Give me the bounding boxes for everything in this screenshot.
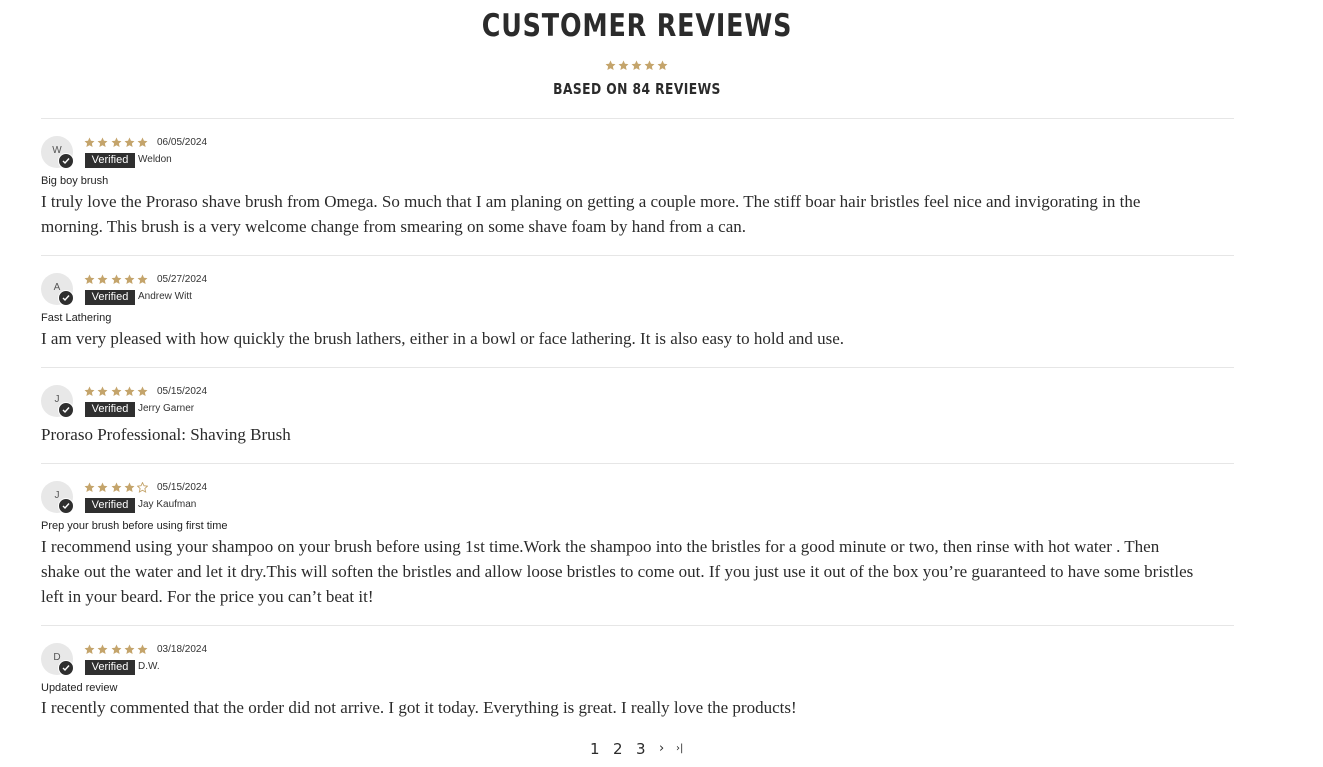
divider <box>41 367 1234 368</box>
review-body-line: morning. This brush is a very welcome ch… <box>41 217 746 236</box>
star-filled-icon <box>137 644 148 654</box>
star-filled-icon <box>605 60 615 70</box>
verified-check-icon <box>58 290 74 306</box>
review-stars <box>84 386 150 398</box>
review-body-line: I recently commented that the order did … <box>41 698 797 717</box>
review-date: 06/05/2024 <box>157 137 208 148</box>
review-author: Jerry Garner <box>138 403 195 414</box>
review-body: I recommend using your shampoo on your b… <box>41 534 1234 609</box>
verified-badge: Verified <box>85 402 135 417</box>
star-filled-icon <box>124 137 135 147</box>
next-page-icon[interactable]: › <box>659 741 664 756</box>
divider <box>41 118 1234 119</box>
verified-check-icon <box>58 402 74 418</box>
star-filled-icon <box>84 274 95 284</box>
review-date: 05/15/2024 <box>157 386 208 397</box>
review-author: Jay Kaufman <box>138 499 197 510</box>
star-filled-icon <box>84 137 95 147</box>
page-3-link[interactable]: 3 <box>636 740 646 758</box>
star-filled-icon <box>137 386 148 396</box>
divider <box>41 625 1234 626</box>
page-1-link[interactable]: 1 <box>590 740 600 758</box>
star-filled-icon <box>97 386 108 396</box>
star-filled-icon <box>657 60 667 70</box>
verified-check-icon <box>58 498 74 514</box>
review-body-line: shake out the water and let it dry.This … <box>41 562 1194 581</box>
verified-check-icon <box>58 660 74 676</box>
review-date: 05/27/2024 <box>157 274 208 285</box>
average-rating-stars <box>0 60 1274 78</box>
star-filled-icon <box>97 274 108 284</box>
star-filled-icon <box>97 137 108 147</box>
review-stars <box>84 137 150 149</box>
reviews-title: CUSTOMER REVIEWS <box>481 8 793 44</box>
review-title: Prep your brush before using first time <box>41 520 228 532</box>
star-filled-icon <box>137 274 148 284</box>
review-stars <box>84 274 150 286</box>
star-filled-icon <box>111 644 122 654</box>
star-filled-icon <box>124 386 135 396</box>
review-author: Weldon <box>138 154 172 165</box>
star-filled-icon <box>111 482 122 492</box>
review-body-line: left in your beard. For the price you ca… <box>41 587 374 606</box>
last-page-icon[interactable]: ›| <box>676 743 683 754</box>
verified-badge: Verified <box>85 153 135 168</box>
verified-badge: Verified <box>85 660 135 675</box>
star-filled-icon <box>111 386 122 396</box>
verified-badge: Verified <box>85 290 135 305</box>
review-title: Updated review <box>41 682 118 694</box>
review-date: 05/15/2024 <box>157 482 208 493</box>
divider <box>41 255 1234 256</box>
review-body: I truly love the Proraso shave brush fro… <box>41 189 1234 239</box>
review-body-line: I am very pleased with how quickly the b… <box>41 329 845 348</box>
verified-check-icon <box>58 153 74 169</box>
star-filled-icon <box>124 482 135 492</box>
star-filled-icon <box>84 644 95 654</box>
review-body-line: I recommend using your shampoo on your b… <box>41 537 1160 556</box>
star-filled-icon <box>644 60 654 70</box>
review-author: Andrew Witt <box>138 291 192 302</box>
star-filled-icon <box>618 60 628 70</box>
review-stars <box>84 644 150 656</box>
star-filled-icon <box>111 274 122 284</box>
star-filled-icon <box>124 644 135 654</box>
star-filled-icon <box>97 644 108 654</box>
review-date: 03/18/2024 <box>157 644 208 655</box>
review-author: D.W. <box>138 661 160 672</box>
star-filled-icon <box>137 137 148 147</box>
review-body-line: I truly love the Proraso shave brush fro… <box>41 192 1141 211</box>
star-filled-icon <box>84 482 95 492</box>
star-empty-icon <box>136 481 149 493</box>
star-filled-icon <box>97 482 108 492</box>
divider <box>41 463 1234 464</box>
verified-badge: Verified <box>85 498 135 513</box>
star-filled-icon <box>84 386 95 396</box>
review-body-line: Proraso Professional: Shaving Brush <box>41 425 291 444</box>
reviews-count: BASED ON 84 REVIEWS <box>553 80 721 98</box>
review-stars <box>84 481 150 494</box>
review-title: Big boy brush <box>41 175 109 187</box>
review-body: I recently commented that the order did … <box>41 695 1234 720</box>
page-2-link[interactable]: 2 <box>613 740 623 758</box>
review-title: Fast Lathering <box>41 312 112 324</box>
star-filled-icon <box>124 274 135 284</box>
review-body: I am very pleased with how quickly the b… <box>41 326 1234 351</box>
star-filled-icon <box>631 60 641 70</box>
review-body: Proraso Professional: Shaving Brush <box>41 422 1234 447</box>
star-filled-icon <box>111 137 122 147</box>
